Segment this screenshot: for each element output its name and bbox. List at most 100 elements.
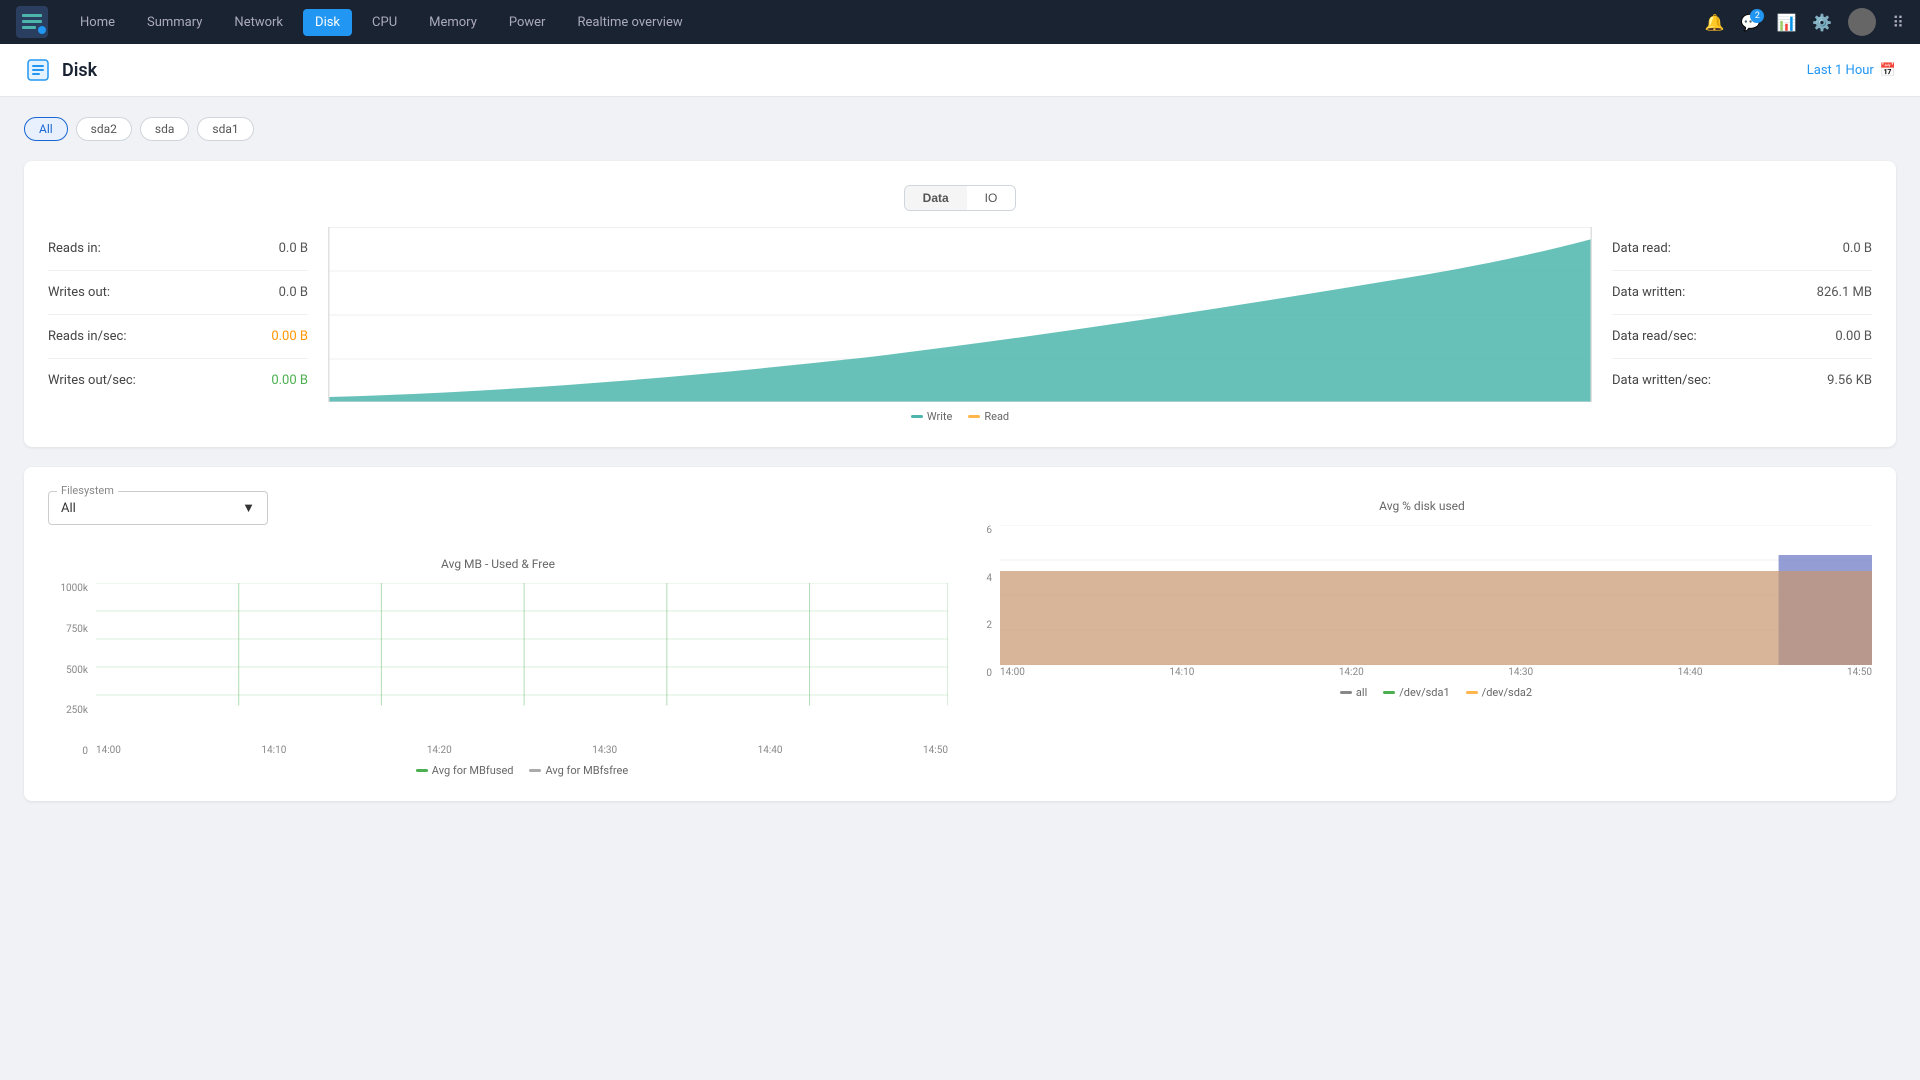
avg-mb-panel: Filesystem All ▼ Avg MB - Used & Free 10… bbox=[48, 491, 948, 777]
x-1440: 14:40 bbox=[758, 745, 783, 756]
stat-reads-in-sec: Reads in/sec: 0.00 B bbox=[48, 315, 308, 359]
legend-mbfsfree: Avg for MBfsfree bbox=[529, 764, 628, 777]
settings-icon[interactable]: ⚙️ bbox=[1812, 13, 1832, 32]
legend-sda1: /dev/sda1 bbox=[1383, 686, 1449, 699]
avg-pct-chart bbox=[1000, 525, 1872, 665]
mb-legend: Avg for MBfused Avg for MBfsfree bbox=[96, 764, 948, 777]
reads-in-value: 0.0 B bbox=[279, 241, 308, 256]
page-header: Disk Last 1 Hour 📅 bbox=[0, 44, 1920, 97]
toggle-io[interactable]: IO bbox=[967, 186, 1016, 210]
page-title-area: Disk bbox=[24, 56, 97, 84]
pct-legend: all /dev/sda1 /dev/sda2 bbox=[1000, 686, 1872, 699]
filesystem-section: Filesystem All ▼ Avg MB - Used & Free 10… bbox=[48, 491, 1872, 777]
data-read-label: Data read: bbox=[1612, 241, 1671, 256]
write-label: Write bbox=[927, 410, 952, 423]
avg-pct-chart-wrap: 14:00 14:10 14:20 14:30 14:40 14:50 all bbox=[1000, 525, 1872, 699]
y-pct-0: 0 bbox=[972, 668, 992, 679]
mbfsfree-color bbox=[529, 769, 541, 772]
legend-read: Read bbox=[968, 410, 1009, 423]
y-label-250k: 250k bbox=[48, 705, 88, 716]
filesystem-value: All bbox=[61, 501, 76, 516]
sda1-color bbox=[1383, 691, 1395, 694]
calendar-icon: 📅 bbox=[1880, 63, 1896, 78]
sda2-color bbox=[1466, 691, 1478, 694]
y-axis-pct: 6 4 2 0 bbox=[972, 525, 992, 699]
x-1430: 14:30 bbox=[592, 745, 617, 756]
left-stats: Reads in: 0.0 B Writes out: 0.0 B Reads … bbox=[48, 227, 308, 402]
avg-mb-title: Avg MB - Used & Free bbox=[48, 557, 948, 571]
x-axis-mb: 14:00 14:10 14:20 14:30 14:40 14:50 bbox=[96, 745, 948, 756]
disk-page-icon bbox=[24, 56, 52, 84]
y-label-1000k: 1000k bbox=[48, 583, 88, 594]
nav-summary[interactable]: Summary bbox=[135, 9, 214, 36]
x-pct-1430: 14:30 bbox=[1508, 667, 1533, 678]
all-label: all bbox=[1356, 686, 1367, 699]
badge-count: 2 bbox=[1750, 9, 1764, 23]
filesystem-label: Filesystem bbox=[57, 484, 118, 497]
legend-sda2: /dev/sda2 bbox=[1466, 686, 1532, 699]
y-pct-6: 6 bbox=[972, 525, 992, 536]
y-pct-2: 2 bbox=[972, 620, 992, 631]
avg-pct-panel: Avg % disk used 6 4 2 0 bbox=[972, 491, 1872, 777]
disk-tabs: All sda2 sda sda1 bbox=[24, 117, 1896, 141]
toggle-data[interactable]: Data bbox=[905, 186, 967, 210]
nav-realtime[interactable]: Realtime overview bbox=[565, 9, 694, 36]
tab-sda1[interactable]: sda1 bbox=[197, 117, 253, 141]
nav-network[interactable]: Network bbox=[222, 9, 295, 36]
cpu-icon[interactable]: 📊 bbox=[1776, 13, 1796, 32]
mbfsused-color bbox=[416, 769, 428, 772]
avg-mb-chart-wrap: 14:00 14:10 14:20 14:30 14:40 14:50 Avg … bbox=[96, 583, 948, 777]
data-io-toggle: Data IO bbox=[904, 185, 1017, 211]
navbar-right: 🔔 💬 2 📊 ⚙️ ⠿ bbox=[1705, 8, 1904, 36]
nav-cpu[interactable]: CPU bbox=[360, 9, 409, 36]
apps-icon[interactable]: ⠿ bbox=[1892, 13, 1904, 32]
filesystem-dropdown[interactable]: Filesystem All ▼ bbox=[48, 491, 268, 525]
chart-legend: Write Read bbox=[911, 410, 1009, 423]
filesystem-card: Filesystem All ▼ Avg MB - Used & Free 10… bbox=[24, 467, 1896, 801]
writes-out-value: 0.0 B bbox=[279, 285, 308, 300]
navbar: Home Summary Network Disk CPU Memory Pow… bbox=[0, 0, 1920, 44]
time-filter-label: Last 1 Hour bbox=[1807, 63, 1874, 78]
nav-disk[interactable]: Disk bbox=[303, 9, 352, 36]
time-filter[interactable]: Last 1 Hour 📅 bbox=[1807, 63, 1896, 78]
avg-disk-title: Avg % disk used bbox=[972, 499, 1872, 513]
x-1400: 14:00 bbox=[96, 745, 121, 756]
stat-data-read-sec: Data read/sec: 0.00 B bbox=[1612, 315, 1872, 359]
writes-out-sec-label: Writes out/sec: bbox=[48, 373, 136, 388]
tab-sda2[interactable]: sda2 bbox=[76, 117, 132, 141]
reads-in-sec-value: 0.00 B bbox=[271, 329, 308, 344]
x-pct-1420: 14:20 bbox=[1339, 667, 1364, 678]
y-label-500k: 500k bbox=[48, 665, 88, 676]
stat-data-written-sec: Data written/sec: 9.56 KB bbox=[1612, 359, 1872, 402]
x-1450: 14:50 bbox=[923, 745, 948, 756]
data-read-sec-label: Data read/sec: bbox=[1612, 329, 1697, 344]
y-label-0: 0 bbox=[48, 746, 88, 757]
read-label: Read bbox=[984, 410, 1009, 423]
sda2-label: /dev/sda2 bbox=[1482, 686, 1532, 699]
stat-data-written: Data written: 826.1 MB bbox=[1612, 271, 1872, 315]
x-pct-1450: 14:50 bbox=[1847, 667, 1872, 678]
app-logo bbox=[16, 6, 48, 38]
stat-data-read: Data read: 0.0 B bbox=[1612, 227, 1872, 271]
reads-in-label: Reads in: bbox=[48, 241, 101, 256]
data-written-label: Data written: bbox=[1612, 285, 1685, 300]
chat-icon[interactable]: 💬 2 bbox=[1741, 13, 1761, 32]
x-pct-1410: 14:10 bbox=[1169, 667, 1194, 678]
nav-home[interactable]: Home bbox=[68, 9, 127, 36]
y-axis-mb: 1000k 750k 500k 250k 0 bbox=[48, 583, 88, 777]
legend-write: Write bbox=[911, 410, 952, 423]
tab-sda[interactable]: sda bbox=[140, 117, 190, 141]
x-pct-1440: 14:40 bbox=[1678, 667, 1703, 678]
tab-all[interactable]: All bbox=[24, 117, 68, 141]
legend-mbfsused: Avg for MBfused bbox=[416, 764, 514, 777]
user-avatar[interactable] bbox=[1848, 8, 1876, 36]
bell-icon[interactable]: 🔔 bbox=[1705, 13, 1725, 32]
x-1410: 14:10 bbox=[261, 745, 286, 756]
data-written-sec-label: Data written/sec: bbox=[1612, 373, 1711, 388]
all-color bbox=[1340, 691, 1352, 694]
main-chart-area: Write Read bbox=[328, 227, 1592, 423]
avg-mb-svg bbox=[96, 583, 948, 723]
page-title: Disk bbox=[62, 60, 97, 81]
nav-power[interactable]: Power bbox=[497, 9, 558, 36]
nav-memory[interactable]: Memory bbox=[417, 9, 489, 36]
